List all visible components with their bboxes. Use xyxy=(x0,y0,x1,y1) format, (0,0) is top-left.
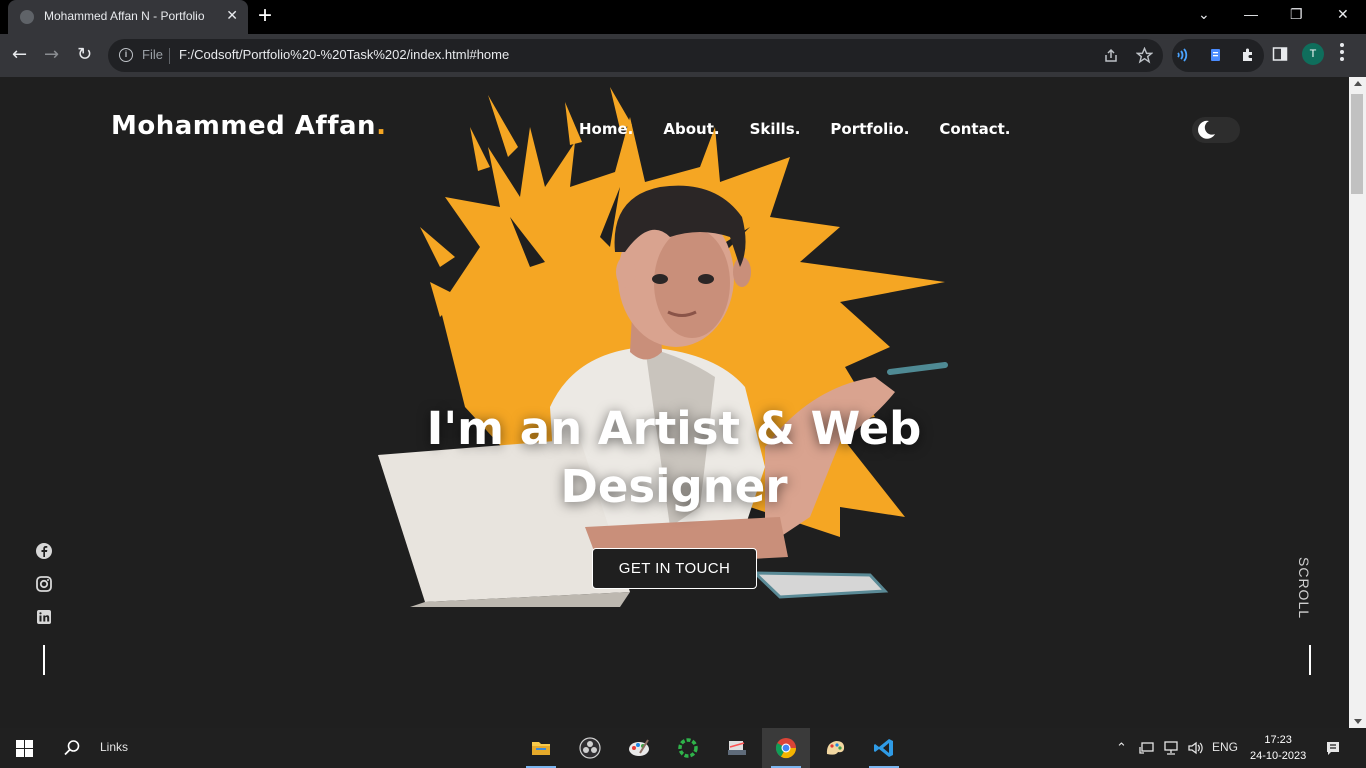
hero-title-line1: I'm an Artist & Web xyxy=(426,402,922,455)
restore-button[interactable]: ❐ xyxy=(1290,6,1303,23)
tab-title: Mohammed Affan N - Portfolio xyxy=(44,9,205,23)
scroll-down-arrow-icon[interactable] xyxy=(1354,719,1362,724)
browser-toolbar: ← → ↻ i File F:/Codsoft/Portfolio%20-%20… xyxy=(0,34,1366,77)
url-text[interactable]: F:/Codsoft/Portfolio%20-%20Task%202/inde… xyxy=(179,47,509,62)
scanner-app[interactable] xyxy=(713,728,761,768)
paint-3d-app[interactable] xyxy=(811,728,859,768)
tablet-mode-icon[interactable] xyxy=(1139,741,1155,755)
green-ring-icon xyxy=(678,738,698,758)
wifi-extension-icon[interactable] xyxy=(1176,47,1192,63)
windows-taskbar: Links ⌃ ENG 17:23 24-10-2023 xyxy=(0,728,1366,768)
nav-link-portfolio[interactable]: Portfolio. xyxy=(830,120,909,138)
paint-app[interactable] xyxy=(615,728,663,768)
bookmark-star-icon[interactable] xyxy=(1136,47,1153,64)
theme-toggle[interactable] xyxy=(1192,117,1240,143)
language-indicator[interactable]: ENG xyxy=(1212,740,1238,754)
clock-time: 17:23 xyxy=(1264,734,1292,746)
logo-dot: . xyxy=(376,111,387,141)
vscode-icon xyxy=(874,739,893,757)
obs-studio-app[interactable] xyxy=(566,728,614,768)
hero-title: I'm an Artist & Web Designer xyxy=(374,400,974,516)
divider xyxy=(169,48,170,64)
instagram-icon[interactable] xyxy=(35,575,53,593)
notifications-icon[interactable] xyxy=(1325,740,1341,756)
tab-close-icon[interactable]: ✕ xyxy=(226,7,238,24)
scanner-icon xyxy=(728,741,746,755)
windows-start-icon[interactable] xyxy=(16,740,33,757)
clock-date: 24-10-2023 xyxy=(1250,750,1307,762)
search-icon[interactable] xyxy=(63,739,81,757)
share-icon[interactable] xyxy=(1103,48,1119,64)
new-tab-button[interactable]: + xyxy=(258,3,272,29)
info-icon[interactable]: i xyxy=(119,48,133,62)
forward-button[interactable]: → xyxy=(44,44,59,65)
main-nav: Home. About. Skills. Portfolio. Contact. xyxy=(579,120,1010,138)
minimize-button[interactable]: — xyxy=(1244,6,1258,22)
obs-icon xyxy=(579,737,601,759)
nav-link-contact[interactable]: Contact. xyxy=(939,120,1010,138)
browser-menu-icon[interactable] xyxy=(1340,43,1344,64)
facebook-icon[interactable] xyxy=(35,542,53,560)
chrome-icon xyxy=(775,738,797,759)
globe-icon xyxy=(20,10,34,24)
site-logo[interactable]: Mohammed Affan. xyxy=(111,111,386,141)
folder-icon xyxy=(532,742,550,755)
browser-tab[interactable]: Mohammed Affan N - Portfolio ✕ xyxy=(8,0,248,34)
linkedin-icon[interactable] xyxy=(35,608,53,626)
nav-link-about[interactable]: About. xyxy=(663,120,719,138)
artist-illustration xyxy=(378,87,948,607)
page-scrollbar[interactable] xyxy=(1349,77,1366,728)
puzzle-extensions-icon[interactable] xyxy=(1240,47,1256,63)
close-window-button[interactable]: ✕ xyxy=(1337,6,1349,23)
vscode-app[interactable] xyxy=(860,728,908,768)
social-divider-line xyxy=(43,645,45,675)
back-button[interactable]: ← xyxy=(12,44,27,65)
side-panel-icon[interactable] xyxy=(1272,46,1288,62)
chrome-app[interactable] xyxy=(762,728,810,768)
docs-extension-icon[interactable] xyxy=(1208,47,1224,63)
circle-app[interactable] xyxy=(664,728,712,768)
network-icon[interactable] xyxy=(1163,741,1179,755)
profile-avatar[interactable]: T xyxy=(1302,43,1324,65)
scroll-up-arrow-icon[interactable] xyxy=(1354,81,1362,86)
scroll-thumb[interactable] xyxy=(1351,94,1363,194)
browser-tab-bar: Mohammed Affan N - Portfolio ✕ + ⌄ — ❐ ✕ xyxy=(0,0,1366,34)
paint-3d-icon xyxy=(826,741,845,755)
file-explorer-app[interactable] xyxy=(517,728,565,768)
volume-icon[interactable] xyxy=(1187,740,1203,756)
hero-title-line2: Designer xyxy=(560,460,788,513)
search-label[interactable]: Links xyxy=(100,740,128,754)
tab-search-icon[interactable]: ⌄ xyxy=(1198,6,1210,23)
scroll-indicator[interactable]: SCROLL xyxy=(1296,557,1312,619)
palette-icon xyxy=(629,739,649,756)
scroll-line xyxy=(1309,645,1311,675)
nav-link-skills[interactable]: Skills. xyxy=(750,120,801,138)
address-bar[interactable]: i File F:/Codsoft/Portfolio%20-%20Task%2… xyxy=(108,39,1163,72)
get-in-touch-button[interactable]: GET IN TOUCH xyxy=(592,548,757,589)
moon-icon xyxy=(1198,120,1215,139)
social-links xyxy=(35,542,53,641)
nav-link-home[interactable]: Home. xyxy=(579,120,633,138)
logo-text: Mohammed Affan xyxy=(111,111,377,141)
tray-overflow-chevron-icon[interactable]: ⌃ xyxy=(1116,740,1127,756)
reload-button[interactable]: ↻ xyxy=(77,44,92,65)
extensions-area xyxy=(1172,39,1264,72)
portfolio-page: Mohammed Affan. Home. About. Skills. Por… xyxy=(0,77,1349,728)
scheme-label: File xyxy=(142,47,163,62)
system-clock[interactable]: 17:23 24-10-2023 xyxy=(1250,732,1306,764)
